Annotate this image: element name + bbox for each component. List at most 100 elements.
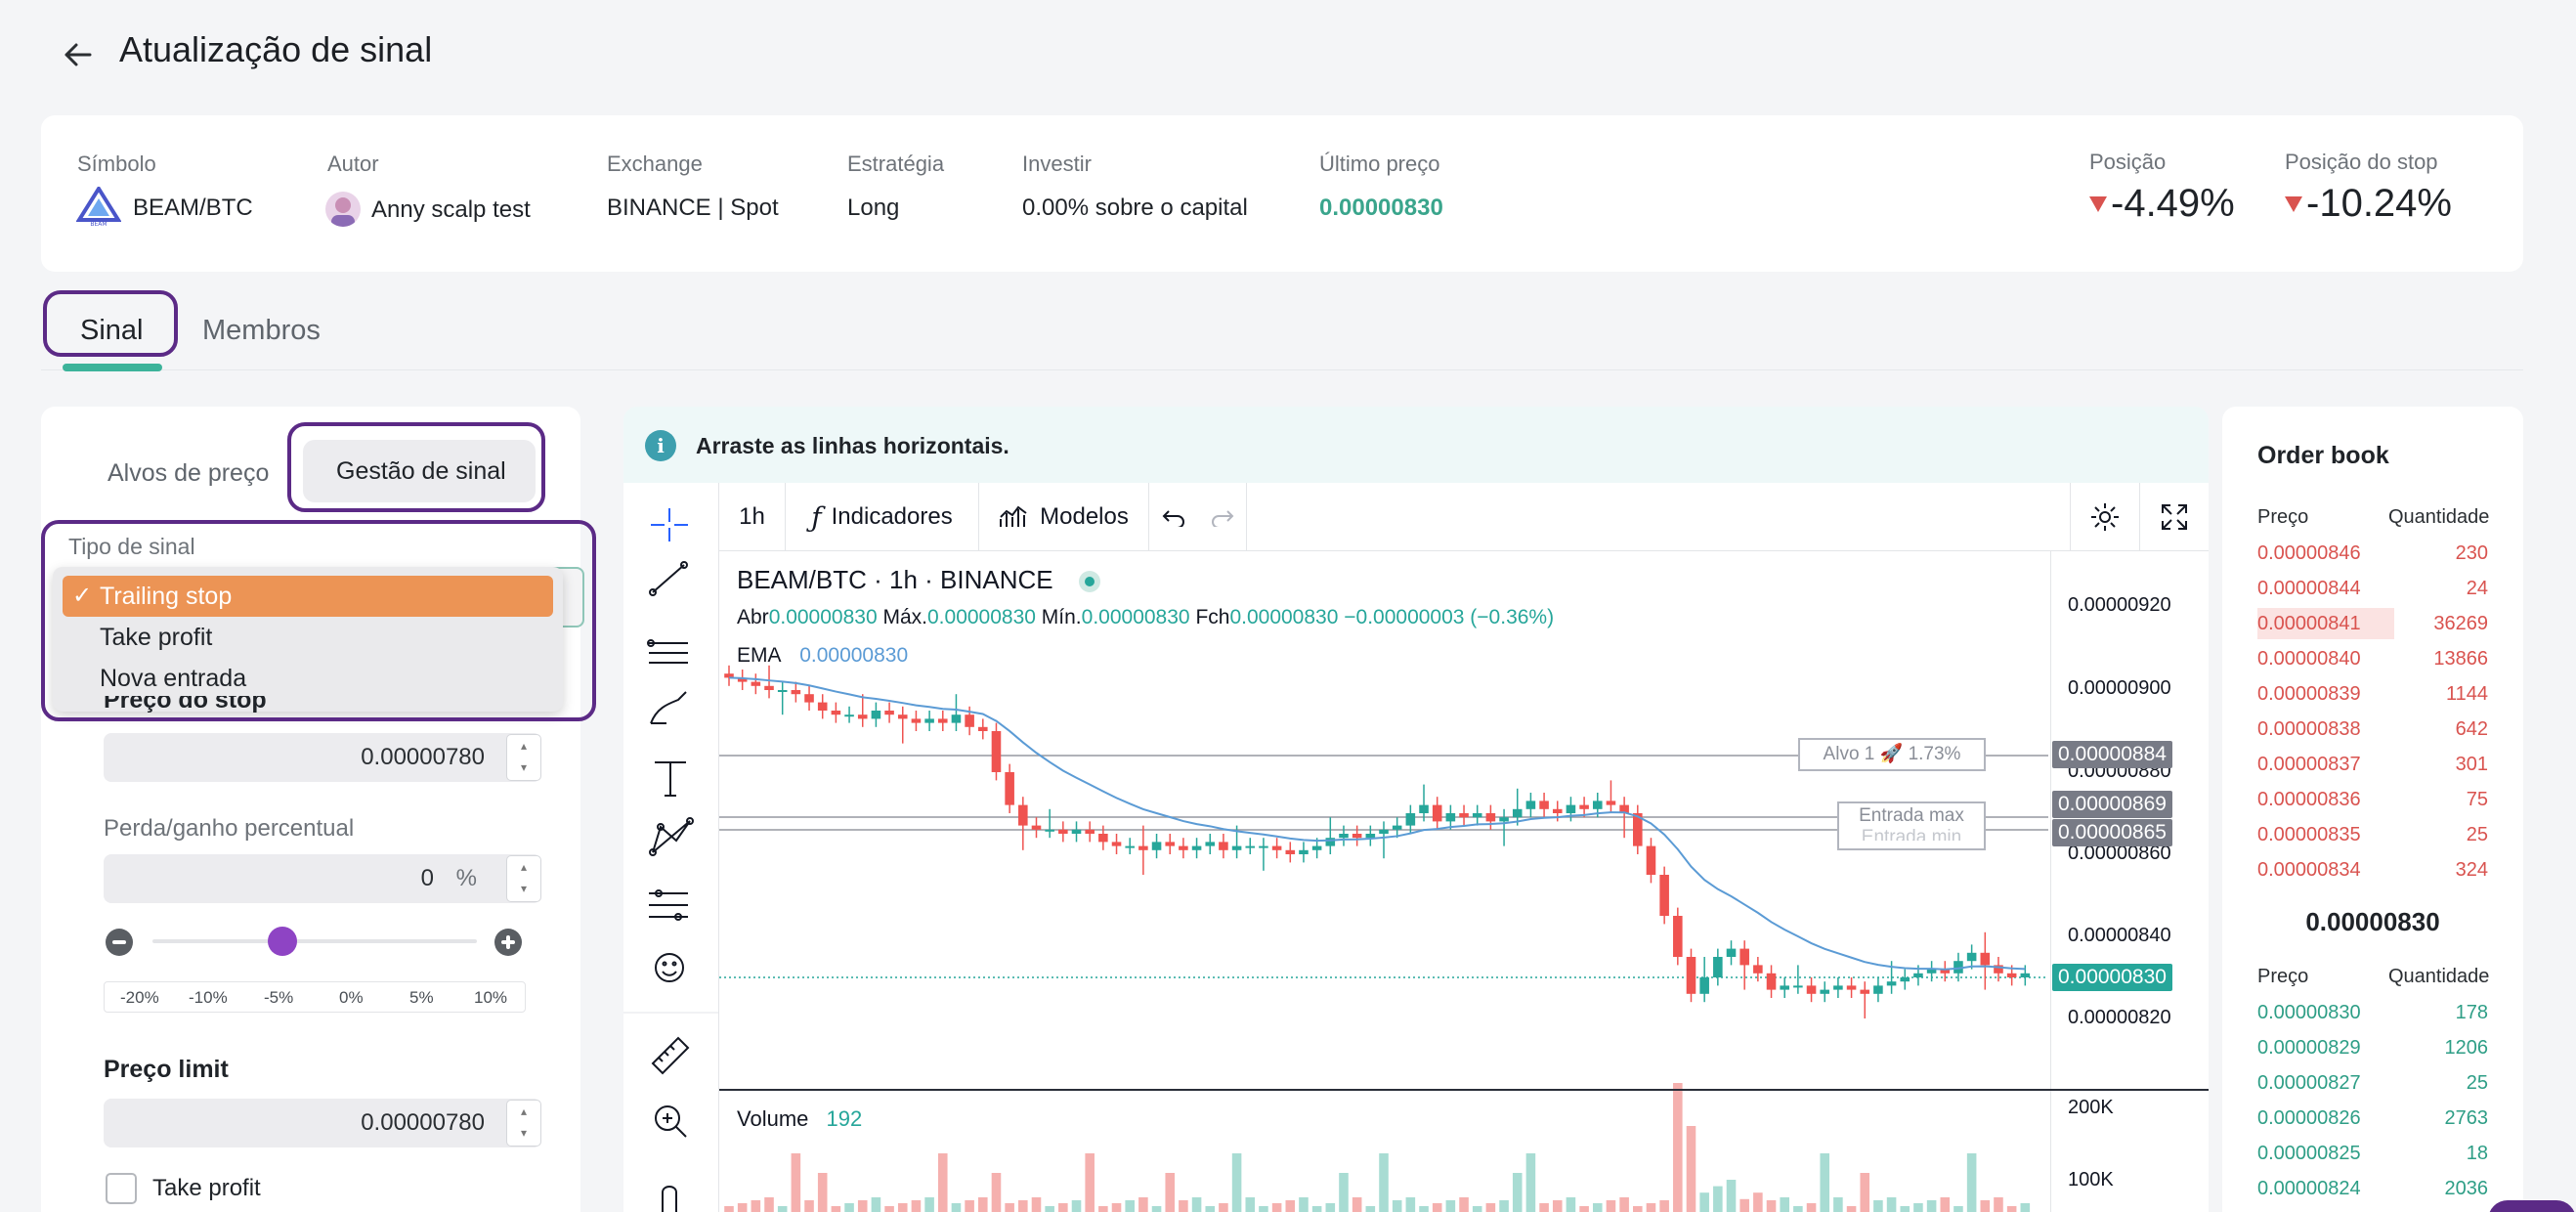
settings-gear-icon[interactable] [2070,483,2140,551]
ask-row[interactable]: 0.00000844 24 [2257,573,2488,604]
slider-tick[interactable]: 0% [339,988,364,1008]
fib-retracement-icon[interactable] [647,626,696,674]
ask-row[interactable]: 0.00000840 13866 [2257,643,2488,674]
minus-circle-icon[interactable] [106,929,133,956]
bid-row[interactable]: 0.00000824 2036 [2257,1173,2488,1204]
indicators-button[interactable]: ƒ Indicadores [786,483,979,551]
trend-line-icon[interactable] [647,561,696,610]
candle-body [1111,842,1122,846]
bid-qty: 178 [2455,1002,2488,1023]
symbol-label: Símbolo [77,152,156,176]
slider-ticks: -20% -10% -5% 0% 5% 10% [104,981,526,1013]
interval-label: 1h [739,503,765,530]
percent-slider-thumb[interactable] [267,927,297,956]
ema-legend: EMA 0.00000830 [737,644,908,668]
slider-tick[interactable]: 5% [409,988,434,1008]
candle-body [1780,985,1789,990]
slider-tick[interactable]: -5% [264,988,293,1008]
ohlc-close-label: Fch [1195,606,1230,628]
pattern-tool-icon[interactable] [647,819,696,868]
ema-line [728,676,2026,971]
bid-row[interactable]: 0.00000829 1206 [2257,1032,2488,1063]
crosshair-icon[interactable] [647,495,696,543]
candle-body [1179,845,1188,850]
zoom-in-icon[interactable] [647,1095,696,1144]
fullscreen-icon[interactable] [2140,483,2209,551]
tab-sinal[interactable]: Sinal [80,315,144,347]
tab-price-targets[interactable]: Alvos de preço [107,459,269,488]
ask-row[interactable]: 0.00000834 324 [2257,854,2488,886]
bid-price: 0.00000827 [2257,1072,2361,1094]
text-tool-icon[interactable] [647,757,696,805]
bid-row[interactable]: 0.00000826 2763 [2257,1103,2488,1134]
stop-price-value: 0.00000780 [361,744,485,770]
ohlc-change: −0.00000003 (−0.36%) [1344,606,1555,628]
price-plot[interactable] [719,551,2209,1212]
invest-value: 0.00% sobre o capital [1022,195,1248,221]
ask-row[interactable]: 0.00000839 1144 [2257,678,2488,710]
bid-row[interactable]: 0.00000827 25 [2257,1067,2488,1099]
volume-bar [1191,1197,1202,1212]
price-tick: 0.00000840 [2068,925,2171,946]
percent-stepper[interactable]: ▴ ▾ [506,855,541,902]
stop-price-stepper[interactable]: ▴ ▾ [506,734,541,781]
templates-button[interactable]: Modelos [979,483,1149,551]
ask-price: 0.00000841 [2257,613,2361,634]
bid-qty: 2036 [2444,1178,2489,1199]
limit-price-input[interactable]: 0.00000780 [104,1099,541,1147]
ask-row[interactable]: 0.00000838 642 [2257,714,2488,745]
bid-price: 0.00000830 [2257,1002,2361,1023]
undo-icon[interactable] [1149,483,1198,551]
volume-bar [1873,1200,1883,1212]
plus-circle-icon[interactable] [494,929,522,956]
volume-bar [1913,1203,1923,1212]
brush-icon[interactable] [647,692,696,741]
limit-price-label: Preço limit [104,1056,229,1083]
market-status-icon [1079,571,1100,592]
entry-line-labels[interactable]: Entrada max Entrada min [1837,801,1986,850]
prediction-tool-icon[interactable] [647,884,696,932]
take-profit-checkbox[interactable] [106,1173,137,1204]
percent-slider-track[interactable] [152,939,477,943]
bid-row[interactable]: 0.00000830 178 [2257,997,2488,1028]
back-arrow-icon[interactable] [61,37,96,72]
exchange-label: Exchange [607,152,703,176]
candle-body [991,731,1002,772]
ask-row[interactable]: 0.00000837 301 [2257,749,2488,780]
volume-bar [751,1200,761,1212]
volume-bar [1311,1206,1322,1212]
volume-bar [978,1197,988,1212]
chat-bubble-button[interactable] [2488,1200,2576,1212]
exchange-value: BINANCE | Spot [607,195,779,221]
target-line-label[interactable]: Alvo 1 🚀 1.73% [1798,738,1986,771]
bid-row[interactable]: 0.00000825 18 [2257,1138,2488,1169]
ruler-icon[interactable] [647,1032,696,1081]
percent-input[interactable]: 0 % [104,854,541,903]
stop-price-input[interactable]: 0.00000780 [104,733,541,782]
limit-price-stepper[interactable]: ▴ ▾ [506,1100,541,1147]
slider-tick[interactable]: 10% [474,988,507,1008]
pane-divider[interactable] [719,1089,2209,1091]
volume-bar [884,1206,894,1212]
volume-bar [1606,1200,1616,1212]
redo-icon[interactable] [1198,483,1247,551]
chart-info-text: Arraste as linhas horizontais. [696,433,1009,458]
interval-button[interactable]: 1h [719,483,786,551]
volume-bar [1552,1200,1563,1212]
candle-body [1419,804,1429,813]
ask-row[interactable]: 0.00000846 230 [2257,538,2488,569]
candle-body [2006,973,2017,977]
slider-tick[interactable]: -10% [189,988,228,1008]
ask-price: 0.00000840 [2257,648,2361,670]
emoji-icon[interactable] [647,944,696,993]
volume-bar [1151,1206,1162,1212]
ask-row[interactable]: 0.00000835 25 [2257,819,2488,850]
candle-body [1793,985,1803,988]
volume-bar [1525,1153,1536,1212]
candle-body [844,714,854,717]
slider-tick[interactable]: -20% [120,988,159,1008]
ask-row[interactable]: 0.00000841 36269 [2257,608,2488,639]
tab-membros[interactable]: Membros [202,315,321,347]
ask-row[interactable]: 0.00000836 75 [2257,784,2488,815]
magnet-icon[interactable] [647,1183,696,1212]
